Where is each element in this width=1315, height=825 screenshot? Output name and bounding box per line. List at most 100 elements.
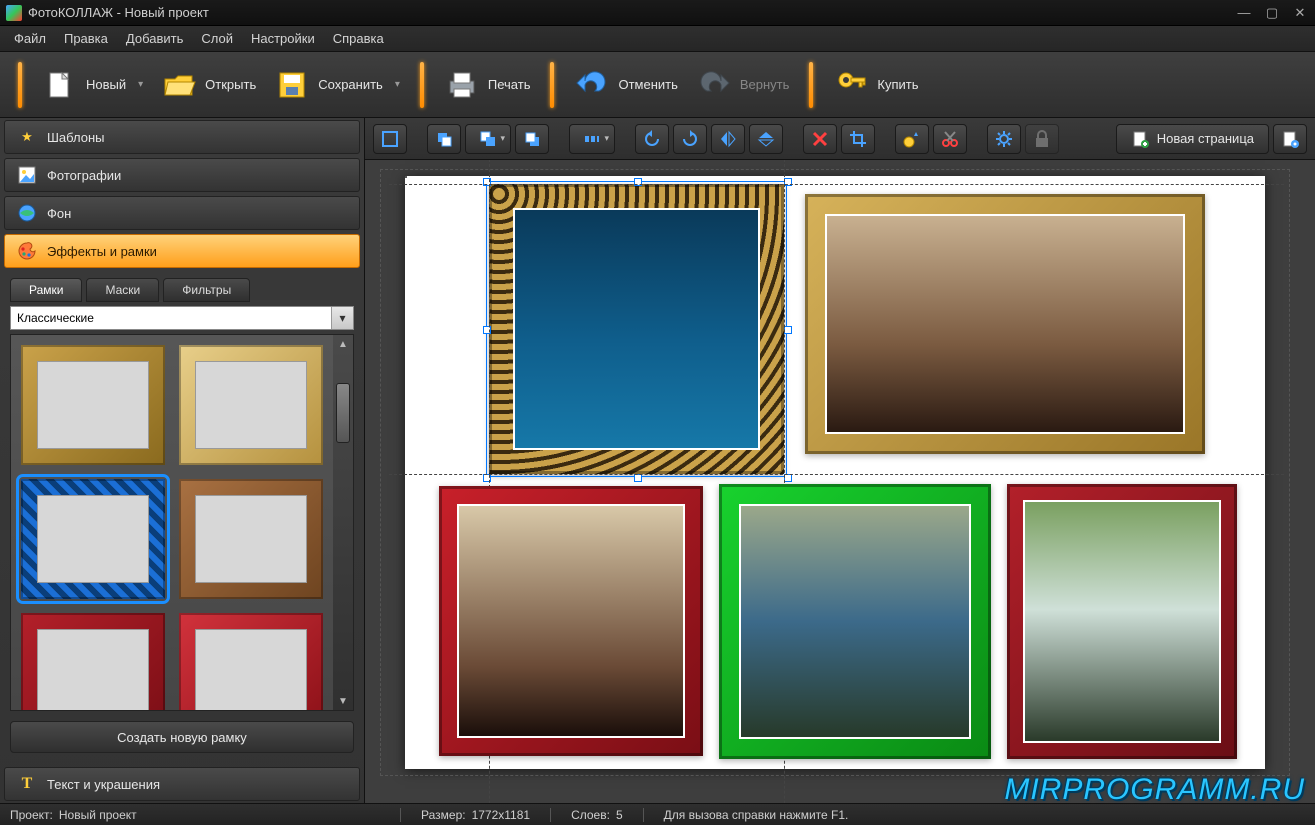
tab-filters[interactable]: Фильтры xyxy=(163,278,250,302)
toolbar-print[interactable]: Печать xyxy=(438,63,537,107)
menubar: Файл Правка Добавить Слой Настройки Спра… xyxy=(0,26,1315,52)
magic-button[interactable] xyxy=(895,124,929,154)
menu-edit[interactable]: Правка xyxy=(56,28,116,49)
toolbar-save[interactable]: Сохранить ▾ xyxy=(268,63,406,107)
frame-swatch-leopard-blue[interactable] xyxy=(21,479,165,599)
globe-icon xyxy=(17,203,37,223)
status-hint: Для вызова справки нажмите F1. xyxy=(664,808,849,822)
status-size-value: 1772x1181 xyxy=(472,808,531,822)
canvas-photo-p2[interactable] xyxy=(805,194,1205,454)
toolbar-separator xyxy=(420,62,424,108)
menu-layer[interactable]: Слой xyxy=(193,28,241,49)
toolbar-separator xyxy=(809,62,813,108)
scroll-down-icon[interactable]: ▼ xyxy=(333,692,353,710)
cut-button[interactable] xyxy=(933,124,967,154)
delete-button[interactable] xyxy=(803,124,837,154)
redo-icon xyxy=(696,67,732,103)
menu-help[interactable]: Справка xyxy=(325,28,392,49)
settings-button[interactable] xyxy=(987,124,1021,154)
frame-category-select[interactable]: Классические ▾ xyxy=(10,306,354,330)
sidebar-section-text[interactable]: T Текст и украшения xyxy=(4,767,360,801)
titlebar: ФотоКОЛЛАЖ - Новый проект — ▢ ✕ xyxy=(0,0,1315,26)
scroll-thumb[interactable] xyxy=(336,383,350,443)
status-project-label: Проект: xyxy=(10,808,53,822)
status-size-label: Размер: xyxy=(421,808,466,822)
star-icon: ★ xyxy=(17,127,37,147)
frame-swatch-gold-light[interactable] xyxy=(179,345,323,465)
palette-icon xyxy=(17,241,37,261)
menu-add[interactable]: Добавить xyxy=(118,28,191,49)
window-title: ФотоКОЛЛАЖ - Новый проект xyxy=(28,5,209,20)
frame-swatch-red-classic[interactable] xyxy=(21,613,165,710)
tab-frames[interactable]: Рамки xyxy=(10,278,82,302)
canvas-photo-p4[interactable] xyxy=(719,484,991,759)
save-icon xyxy=(274,67,310,103)
scroll-up-icon[interactable]: ▲ xyxy=(333,335,353,353)
minimize-button[interactable]: — xyxy=(1235,5,1253,21)
frame-swatch-wood-brown[interactable] xyxy=(179,479,323,599)
selection-handle[interactable] xyxy=(634,474,642,482)
key-icon xyxy=(833,67,869,103)
canvas-area[interactable] xyxy=(365,160,1315,803)
send-back-button[interactable] xyxy=(515,124,549,154)
photo-icon xyxy=(17,165,37,185)
rotate-left-button[interactable] xyxy=(635,124,669,154)
palette-scrollbar[interactable]: ▲ ▼ xyxy=(333,335,353,710)
undo-icon xyxy=(574,67,610,103)
new-page-button[interactable]: Новая страница xyxy=(1116,124,1269,154)
close-button[interactable]: ✕ xyxy=(1291,5,1309,21)
layer-order-button[interactable] xyxy=(465,124,511,154)
maximize-button[interactable]: ▢ xyxy=(1263,5,1281,21)
canvas-photo-p3[interactable] xyxy=(439,486,703,756)
frames-palette: ▲ ▼ xyxy=(10,334,354,711)
selection-guides xyxy=(489,184,784,474)
rotate-right-button[interactable] xyxy=(673,124,707,154)
toolbar-new[interactable]: Новый ▾ xyxy=(36,63,149,107)
crop-button[interactable] xyxy=(841,124,875,154)
main-toolbar: Новый ▾ Открыть Сохранить ▾ Печать xyxy=(0,52,1315,118)
selection-handle[interactable] xyxy=(784,474,792,482)
dropdown-arrow-icon: ▾ xyxy=(138,79,143,90)
status-layers-value: 5 xyxy=(616,808,623,822)
lock-button[interactable] xyxy=(1025,124,1059,154)
chevron-down-icon: ▾ xyxy=(331,307,353,329)
toolbar-separator xyxy=(550,62,554,108)
toolbar-undo[interactable]: Отменить xyxy=(568,63,683,107)
sidebar-section-effects[interactable]: Эффекты и рамки xyxy=(4,234,360,268)
page-settings-button[interactable] xyxy=(1273,124,1307,154)
flip-h-button[interactable] xyxy=(711,124,745,154)
bring-front-button[interactable] xyxy=(427,124,461,154)
sidebar-section-background[interactable]: Фон xyxy=(4,196,360,230)
folder-open-icon xyxy=(161,67,197,103)
status-layers-label: Слоев: xyxy=(571,808,610,822)
toolbar-open[interactable]: Открыть xyxy=(155,63,262,107)
text-icon: T xyxy=(17,774,37,794)
page[interactable] xyxy=(405,176,1265,769)
canvas-photo-p5[interactable] xyxy=(1007,484,1237,759)
canvas-toolbar: Новая страница xyxy=(365,118,1315,160)
sidebar-section-photos[interactable]: Фотографии xyxy=(4,158,360,192)
printer-icon xyxy=(444,67,480,103)
align-button[interactable] xyxy=(373,124,407,154)
sidebar-section-templates[interactable]: ★ Шаблоны xyxy=(4,120,360,154)
effects-tabs: Рамки Маски Фильтры xyxy=(10,278,354,302)
sidebar: ★ Шаблоны Фотографии Фон xyxy=(0,118,365,803)
statusbar: Проект: Новый проект Размер: 1772x1181 С… xyxy=(0,803,1315,825)
dropdown-arrow-icon: ▾ xyxy=(395,79,400,90)
toolbar-buy[interactable]: Купить xyxy=(827,63,924,107)
page-add-icon xyxy=(1131,130,1149,148)
create-frame-button[interactable]: Создать новую рамку xyxy=(10,721,354,753)
app-logo-icon xyxy=(6,5,22,21)
status-project-value: Новый проект xyxy=(59,808,137,822)
new-file-icon xyxy=(42,67,78,103)
menu-file[interactable]: Файл xyxy=(6,28,54,49)
menu-settings[interactable]: Настройки xyxy=(243,28,323,49)
distribute-button[interactable] xyxy=(569,124,615,154)
toolbar-redo[interactable]: Вернуть xyxy=(690,63,796,107)
tab-masks[interactable]: Маски xyxy=(86,278,159,302)
frame-swatch-red-bevel[interactable] xyxy=(179,613,323,710)
flip-v-button[interactable] xyxy=(749,124,783,154)
selection-handle[interactable] xyxy=(784,326,792,334)
frame-swatch-gold-classic[interactable] xyxy=(21,345,165,465)
toolbar-separator xyxy=(18,62,22,108)
